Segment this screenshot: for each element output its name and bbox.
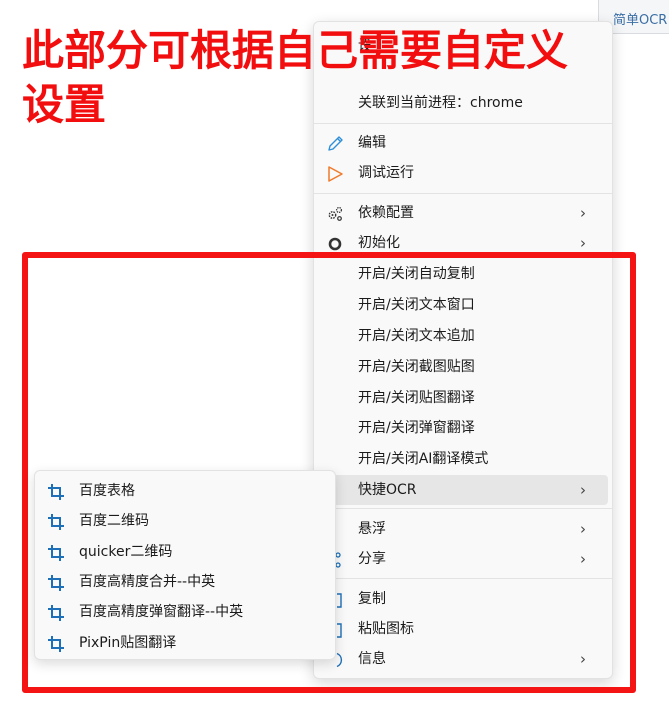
crop-icon [47, 634, 65, 652]
submenu-item[interactable]: PixPin贴图翻译 [39, 628, 331, 658]
submenu-item[interactable]: 百度二维码 [39, 506, 331, 536]
annotation-text: 此部分可根据自己需要自定义 设置 [22, 24, 668, 132]
submenu-item[interactable]: 百度表格 [39, 476, 331, 506]
ring-icon [326, 234, 344, 252]
chevron-right-icon: › [580, 204, 586, 222]
crop-icon [47, 573, 65, 591]
screen: 简单OCR 设 关联到当前进程：chrome 编辑 调试运行 依赖配置 › 初始… [0, 0, 669, 709]
submenu-item[interactable]: 百度高精度弹窗翻译--中英 [39, 597, 331, 627]
pencil-icon [326, 134, 344, 152]
separator [314, 193, 612, 194]
quick-ocr-submenu: 百度表格 百度二维码 quicker二维码 百度高精度合并--中英 百度高精度弹… [34, 470, 336, 660]
submenu-item-label: 百度高精度弹窗翻译--中英 [79, 604, 244, 620]
play-icon [326, 164, 344, 182]
crop-icon [47, 512, 65, 530]
menu-item-debug-run[interactable]: 调试运行 [318, 158, 608, 188]
menu-item-dependency-config[interactable]: 依赖配置 › [318, 198, 608, 228]
dependency-config-label: 依赖配置 [358, 205, 414, 221]
crop-icon [47, 482, 65, 500]
submenu-item-label: PixPin贴图翻译 [79, 635, 177, 651]
edit-label: 编辑 [358, 135, 386, 151]
submenu-item-label: 百度高精度合并--中英 [79, 574, 216, 590]
submenu-item[interactable]: 百度高精度合并--中英 [39, 567, 331, 597]
submenu-item[interactable]: quicker二维码 [39, 537, 331, 567]
submenu-item-label: quicker二维码 [79, 544, 173, 560]
crop-icon [47, 543, 65, 561]
debug-run-label: 调试运行 [358, 165, 414, 181]
gears-icon [326, 204, 344, 222]
menu-item-edit[interactable]: 编辑 [318, 128, 608, 158]
submenu-item-label: 百度表格 [79, 483, 135, 499]
annotation-line-1: 此部分可根据自己需要自定义 [22, 26, 569, 75]
annotation-line-2: 设置 [22, 80, 107, 129]
submenu-item-label: 百度二维码 [79, 513, 149, 529]
crop-icon [47, 603, 65, 621]
